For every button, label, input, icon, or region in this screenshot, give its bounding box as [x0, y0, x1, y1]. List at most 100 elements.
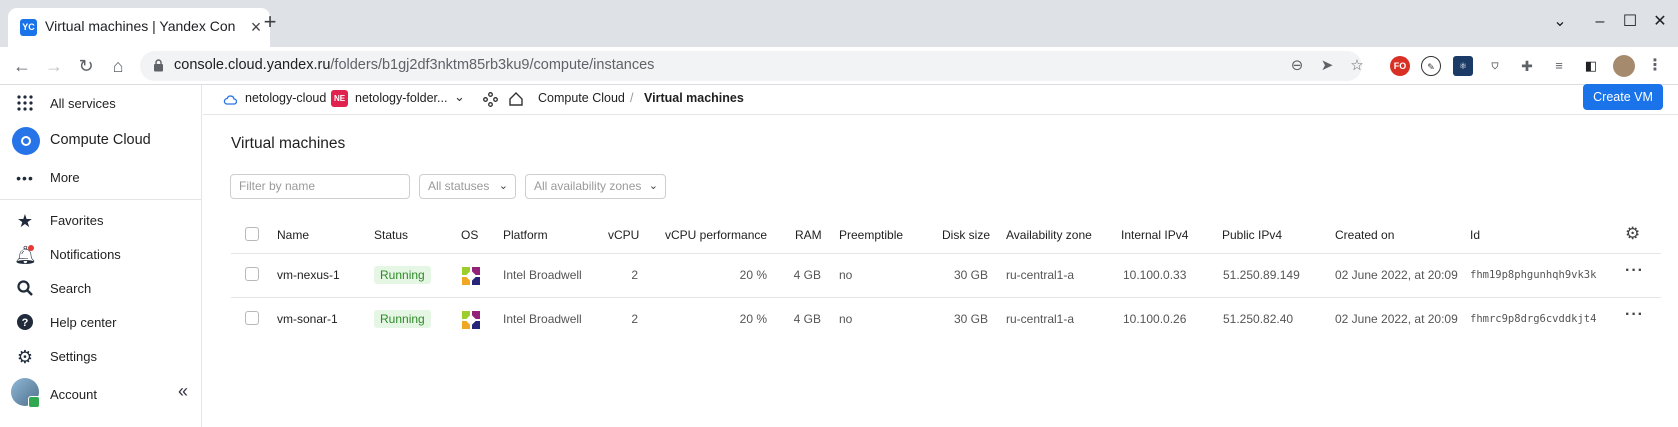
reload-icon[interactable]: ↻: [74, 54, 98, 78]
sidebar-label: Favorites: [50, 213, 104, 228]
sidebar-item-account[interactable]: Account «: [0, 374, 202, 414]
column-header-ram[interactable]: RAM: [795, 228, 822, 242]
row-actions-icon[interactable]: ···: [1625, 262, 1644, 280]
column-header-public-ipv4[interactable]: Public IPv4: [1222, 228, 1282, 242]
more-dots-icon: •••: [16, 170, 34, 186]
column-header-preemptible[interactable]: Preemptible: [839, 228, 903, 242]
sidebar-item-help-center[interactable]: ? Help center: [0, 306, 202, 340]
new-tab-icon[interactable]: +: [258, 10, 282, 34]
breadcrumb-cloud[interactable]: netology-cloud: [245, 91, 326, 105]
platform-cell: Intel Broadwell: [503, 312, 582, 326]
extension-react-icon[interactable]: ⚛: [1453, 56, 1473, 76]
row-checkbox[interactable]: [245, 267, 259, 281]
id-cell: fhm19p8phgunhqh9vk3k: [1470, 269, 1597, 281]
sidebar-item-favorites[interactable]: ★ Favorites: [0, 204, 202, 238]
select-all-checkbox[interactable]: [245, 227, 259, 241]
minimize-icon[interactable]: –: [1585, 10, 1615, 34]
zone-filter-label: All availability zones: [534, 179, 642, 193]
zone-filter-select[interactable]: All availability zones ⌄: [525, 174, 666, 199]
home-icon[interactable]: [508, 91, 524, 107]
media-queue-icon[interactable]: ≡: [1549, 56, 1569, 76]
sidebar-item-settings[interactable]: ⚙ Settings: [0, 340, 202, 374]
extension-shield-icon[interactable]: ⛉: [1485, 56, 1505, 76]
page-title: Virtual machines: [231, 135, 346, 152]
browser-toolbar: ← → ↻ ⌂ console.cloud.yandex.ru/folders/…: [0, 47, 1678, 85]
bookmark-star-icon[interactable]: ☆: [1348, 57, 1366, 75]
zoom-out-icon[interactable]: ⊖: [1288, 57, 1306, 75]
column-header-status[interactable]: Status: [374, 228, 408, 242]
filter-by-name-input[interactable]: Filter by name: [230, 174, 410, 199]
back-icon[interactable]: ←: [10, 54, 34, 78]
internal-ip-cell: 10.100.0.26: [1123, 312, 1187, 326]
column-header-internal-ipv4[interactable]: Internal IPv4: [1121, 228, 1188, 242]
centos-os-icon: [462, 311, 480, 329]
preemptible-cell: no: [839, 268, 853, 282]
network-icon[interactable]: [483, 92, 498, 107]
chevron-down-icon[interactable]: ⌄: [454, 89, 465, 105]
column-header-created-on[interactable]: Created on: [1335, 228, 1394, 242]
address-bar[interactable]: console.cloud.yandex.ru/folders/b1gj2df3…: [140, 51, 1364, 81]
sidebar-item-all-services[interactable]: All services: [0, 87, 202, 121]
column-header-vcpu[interactable]: vCPU: [608, 228, 639, 242]
home-icon[interactable]: ⌂: [106, 54, 130, 78]
sidebar-item-search[interactable]: Search: [0, 272, 202, 306]
create-vm-button[interactable]: Create VM: [1583, 84, 1663, 110]
folder-badge: NE: [331, 90, 348, 107]
created-on-cell: 02 June 2022, at 20:09: [1335, 268, 1458, 282]
vm-name-link[interactable]: vm-nexus-1: [277, 268, 340, 282]
breadcrumb-service[interactable]: Compute Cloud: [538, 91, 625, 105]
created-on-cell: 02 June 2022, at 20:09: [1335, 312, 1458, 326]
side-panel-icon[interactable]: ◧: [1581, 56, 1601, 76]
column-header-platform[interactable]: Platform: [503, 228, 548, 242]
sidebar-divider: [0, 199, 202, 200]
chevron-down-icon: ⌄: [648, 180, 658, 192]
browser-menu-icon[interactable]: ⋮: [1645, 56, 1665, 76]
forward-icon[interactable]: →: [42, 54, 66, 78]
sidebar-item-compute-cloud[interactable]: Compute Cloud: [10, 124, 192, 158]
vcpu-cell: 2: [631, 312, 638, 326]
availability-zone-cell: ru-central1-a: [1006, 312, 1075, 326]
row-checkbox[interactable]: [245, 311, 259, 325]
vcpu-performance-cell: 20 %: [739, 312, 767, 326]
sidebar-label: All services: [50, 96, 116, 111]
column-header-os[interactable]: OS: [461, 228, 478, 242]
maximize-icon[interactable]: ☐: [1615, 10, 1645, 34]
chevron-down-icon: ⌄: [498, 180, 508, 192]
extension-fo-icon[interactable]: FO: [1390, 56, 1410, 76]
tab-search-chevron-icon[interactable]: ⌄: [1545, 10, 1575, 34]
internal-ip-cell: 10.100.0.33: [1123, 268, 1187, 282]
table-settings-gear-icon[interactable]: ⚙: [1625, 224, 1640, 244]
disk-size-cell: 30 GB: [953, 268, 988, 282]
vm-name-link[interactable]: vm-sonar-1: [277, 312, 338, 326]
sidebar-label: Account: [50, 387, 97, 402]
window-close-icon[interactable]: ✕: [1645, 10, 1675, 34]
sidebar-item-notifications[interactable]: 🔔︎ Notifications: [0, 238, 202, 272]
column-header-id[interactable]: Id: [1470, 228, 1480, 242]
sidebar-item-more[interactable]: ••• More: [0, 161, 202, 195]
url-text: console.cloud.yandex.ru/folders/b1gj2df3…: [174, 57, 655, 73]
browser-tab[interactable]: YC Virtual machines | Yandex Con ×: [8, 8, 270, 47]
compute-cloud-icon: [12, 127, 40, 155]
ram-cell: 4 GB: [793, 312, 821, 326]
id-cell: fhmrc9p8drg6cvddkjt4: [1470, 313, 1597, 325]
grid-icon: [14, 94, 36, 114]
send-icon[interactable]: ➤: [1318, 57, 1336, 75]
extension-leaf-icon[interactable]: ✎: [1421, 56, 1441, 76]
sidebar-label: Notifications: [50, 247, 121, 262]
column-header-availability-zone[interactable]: Availability zone: [1006, 228, 1092, 242]
column-header-vcpu-performance[interactable]: vCPU performance: [665, 228, 767, 242]
bell-icon: 🔔︎: [14, 245, 37, 265]
column-header-name[interactable]: Name: [277, 228, 309, 242]
yandex-cloud-favicon-icon: YC: [20, 19, 37, 36]
star-icon: ★: [16, 211, 34, 231]
profile-avatar[interactable]: [1613, 55, 1635, 77]
breadcrumb-folder[interactable]: netology-folder...: [355, 91, 447, 105]
collapse-sidebar-icon[interactable]: «: [178, 381, 188, 402]
status-filter-select[interactable]: All statuses ⌄: [419, 174, 516, 199]
row-actions-icon[interactable]: ···: [1625, 306, 1644, 324]
column-header-disk-size[interactable]: Disk size: [942, 228, 990, 242]
public-ip-cell: 51.250.89.149: [1223, 268, 1300, 282]
vcpu-cell: 2: [631, 268, 638, 282]
breadcrumb: netology-cloud NE netology-folder... ⌄ C…: [203, 85, 1678, 115]
extensions-puzzle-icon[interactable]: ✚: [1517, 56, 1537, 76]
